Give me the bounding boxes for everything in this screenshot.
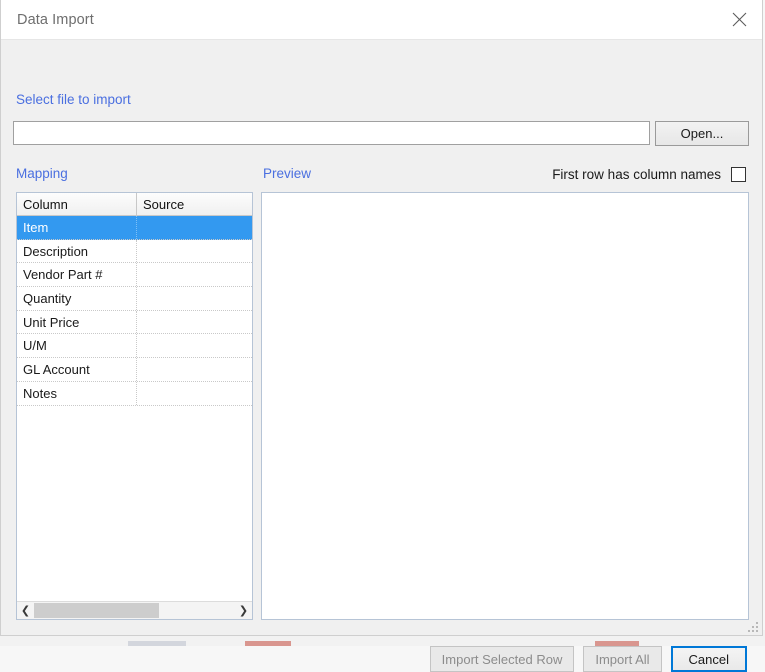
cell-column: Quantity [17, 287, 137, 310]
first-row-checkbox[interactable] [731, 167, 746, 182]
table-row[interactable]: GL Account [17, 358, 252, 382]
cell-column: Description [17, 239, 137, 263]
cell-column: Vendor Part # [17, 263, 137, 287]
scrollbar-track[interactable] [34, 602, 235, 619]
file-path-input[interactable] [13, 121, 650, 145]
cell-source[interactable] [137, 287, 252, 310]
open-file-button[interactable]: Open... [655, 121, 749, 146]
mapping-grid: Column Source Item Description Vendor Part… [16, 192, 253, 620]
dialog-title: Data Import [17, 11, 94, 28]
scrollbar-thumb[interactable] [34, 603, 159, 618]
table-row[interactable]: Unit Price [17, 310, 252, 335]
bg-fragment [245, 641, 291, 646]
cell-column: U/M [17, 334, 137, 358]
cell-column: GL Account [17, 358, 137, 381]
column-header-source[interactable]: Source [137, 193, 252, 215]
bg-fragment [128, 641, 186, 646]
mapping-horizontal-scrollbar[interactable]: ❮ ❯ [17, 601, 252, 619]
cell-source[interactable] [137, 334, 252, 357]
import-selected-row-button[interactable]: Import Selected Row [429, 646, 575, 672]
dialog-footer: Import Selected Row Import All Cancel [429, 646, 747, 672]
cell-source[interactable] [137, 358, 252, 381]
column-header-column[interactable]: Column [17, 193, 137, 215]
cell-source[interactable] [137, 240, 252, 263]
dialog-body: Select file to import Open... Mapping Pr… [1, 40, 762, 672]
mapping-label: Mapping [16, 166, 68, 181]
close-button[interactable] [716, 0, 762, 39]
cell-column: Unit Price [17, 310, 137, 334]
mapping-grid-header: Column Source [17, 193, 252, 216]
first-row-option: First row has column names [552, 167, 746, 182]
cell-source[interactable] [137, 311, 252, 334]
preview-label: Preview [263, 166, 312, 181]
table-row[interactable]: U/M [17, 334, 252, 359]
cancel-button[interactable]: Cancel [670, 646, 747, 672]
first-row-label: First row has column names [552, 167, 721, 182]
data-import-dialog: Data Import Select file to import Open..… [0, 0, 763, 672]
chevron-left-icon[interactable]: ❮ [17, 602, 34, 619]
table-row[interactable]: Description [17, 239, 252, 264]
resize-grip[interactable] [745, 619, 758, 632]
select-file-label: Select file to import [16, 92, 131, 107]
cell-source[interactable] [137, 263, 252, 286]
import-all-button[interactable]: Import All [583, 646, 662, 672]
dialog-titlebar: Data Import [1, 0, 762, 40]
cell-column: Notes [17, 381, 137, 405]
table-row[interactable]: Notes [17, 381, 252, 406]
close-icon [732, 12, 747, 27]
chevron-right-icon[interactable]: ❯ [235, 602, 252, 619]
table-row[interactable]: Item [17, 216, 252, 240]
preview-panel[interactable] [261, 192, 749, 620]
table-row[interactable]: Vendor Part # [17, 263, 252, 288]
table-row[interactable]: Quantity [17, 287, 252, 311]
cell-source[interactable] [137, 382, 252, 405]
cell-column: Item [17, 216, 137, 239]
mapping-grid-rows: Item Description Vendor Part # Quantity Unit… [17, 216, 252, 601]
cell-source[interactable] [137, 216, 252, 239]
